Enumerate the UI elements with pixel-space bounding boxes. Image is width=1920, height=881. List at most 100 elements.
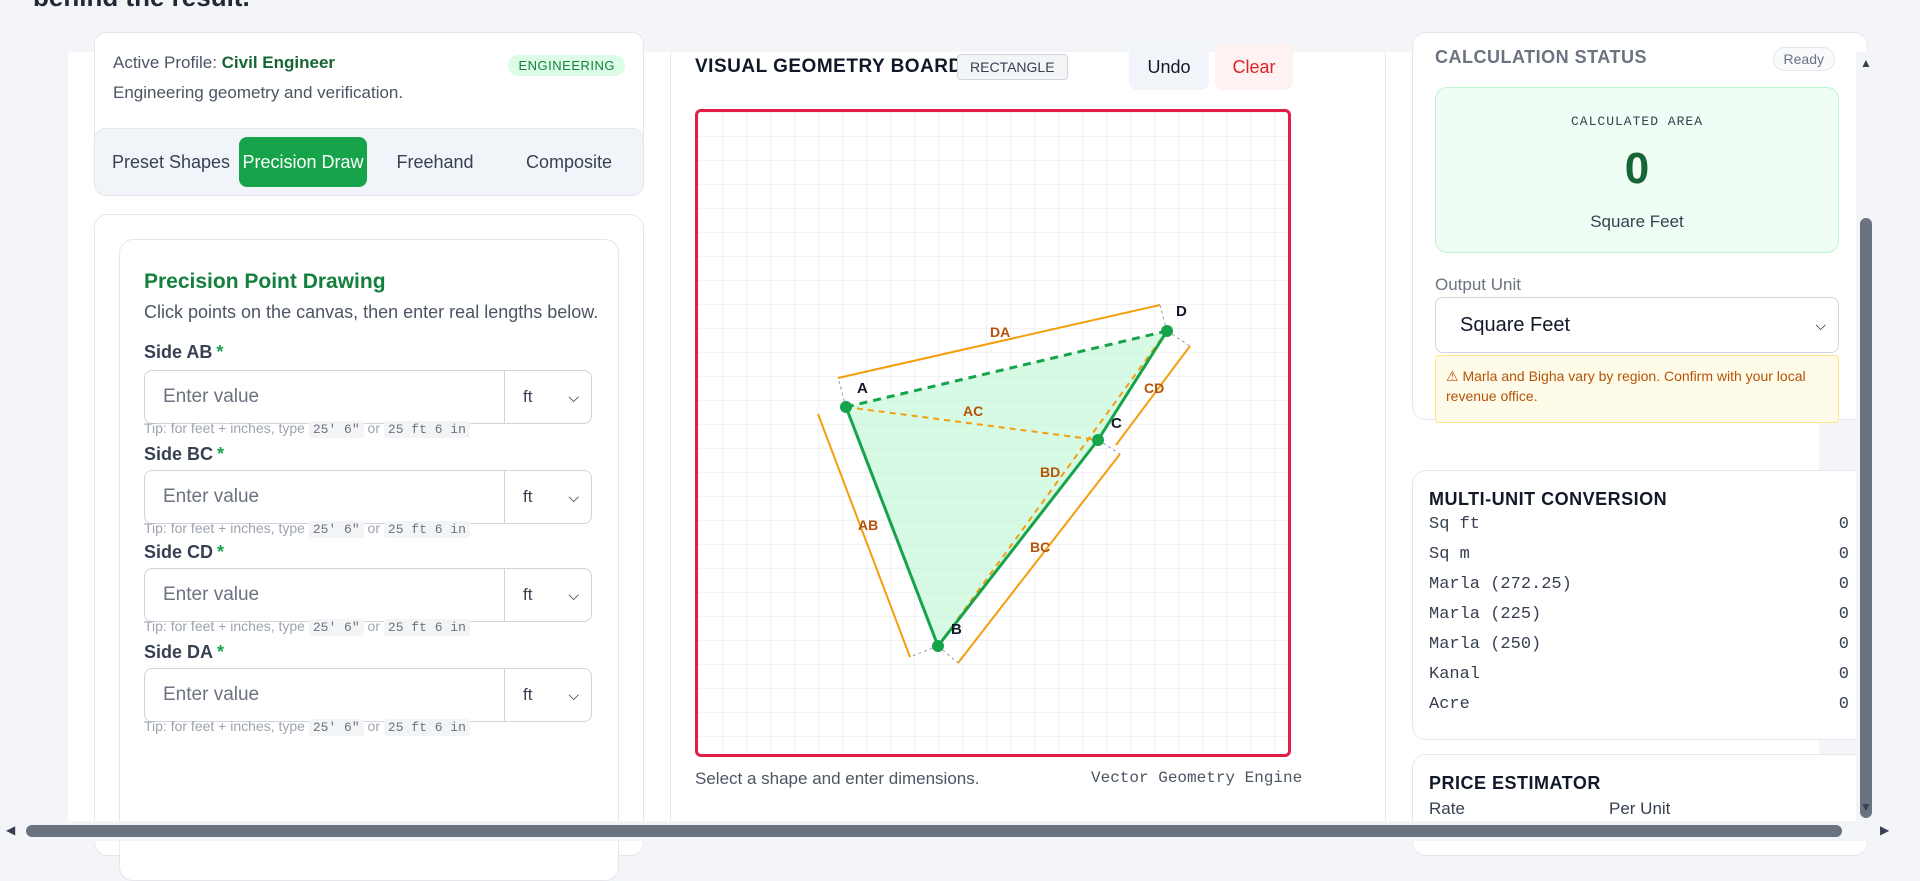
results-column: CALCULATION STATUS Ready CALCULATED AREA… bbox=[1386, 32, 1868, 856]
left-column: Active Profile: Civil Engineer ENGINEERI… bbox=[68, 32, 668, 881]
side-cd-unit-select[interactable]: ft ⌵ bbox=[504, 568, 592, 622]
tab-freehand[interactable]: Freehand bbox=[373, 137, 497, 187]
mode-tabs: Preset Shapes Precision Draw Freehand Co… bbox=[94, 128, 644, 196]
side-ab-label-text: Side AB bbox=[144, 342, 213, 362]
side-bc-input[interactable] bbox=[144, 470, 504, 524]
tip-prefix: Tip: for feet + inches, type bbox=[144, 520, 305, 536]
chevron-down-icon: ⌵ bbox=[568, 587, 579, 603]
page-heading-cut: behind the result. bbox=[33, 0, 250, 13]
area-value: 0 bbox=[1624, 144, 1650, 193]
geometry-svg[interactable]: A B C D DA AC CD BD AB BC bbox=[698, 112, 1288, 754]
area-unit: Square Feet bbox=[1590, 212, 1684, 231]
conversion-row: Marla (225) 0 bbox=[1429, 605, 1849, 629]
side-da-unit-value: ft bbox=[523, 685, 533, 704]
side-ab-label: Side AB * bbox=[144, 342, 223, 363]
output-unit-select[interactable]: Square Feet ⌵ bbox=[1435, 297, 1839, 353]
price-per-unit-label: Per Unit bbox=[1609, 799, 1671, 818]
side-ab-unit-value: ft bbox=[523, 387, 533, 406]
profile-line: Active Profile: Civil Engineer bbox=[113, 53, 335, 73]
tab-composite[interactable]: Composite bbox=[503, 137, 635, 187]
side-bc-unit-select[interactable]: ft ⌵ bbox=[504, 470, 592, 524]
tip-example-2: 25 ft 6 in bbox=[383, 421, 470, 438]
side-cd-label: Side CD * bbox=[144, 542, 224, 563]
conversion-row: Marla (250) 0 bbox=[1429, 635, 1849, 659]
vertical-scrollbar[interactable]: ▲ ▼ bbox=[1856, 52, 1876, 832]
conversion-label: Marla (272.25) bbox=[1429, 575, 1572, 594]
conversion-value: 0 bbox=[1838, 665, 1849, 684]
scroll-right-icon[interactable]: ▶ bbox=[1880, 823, 1889, 837]
required-mark: * bbox=[217, 642, 225, 662]
tip-example-2: 25 ft 6 in bbox=[383, 521, 470, 538]
vertical-scroll-thumb[interactable] bbox=[1860, 218, 1872, 818]
required-mark: * bbox=[216, 342, 224, 362]
conversion-label: Acre bbox=[1429, 695, 1470, 714]
precision-form: Precision Point Drawing Click points on … bbox=[119, 239, 619, 881]
tip-prefix: Tip: for feet + inches, type bbox=[144, 420, 305, 436]
area-result-box: CALCULATED AREA 0 Square Feet bbox=[1435, 87, 1839, 253]
side-cd-input[interactable] bbox=[144, 568, 504, 622]
side-da-input[interactable] bbox=[144, 668, 504, 722]
scroll-down-icon[interactable]: ▼ bbox=[1856, 800, 1876, 814]
side-bc-tip: Tip: for feet + inches, type 25' 6" or 2… bbox=[144, 520, 470, 538]
profile-badge: ENGINEERING bbox=[508, 55, 625, 76]
side-ab-unit-select[interactable]: ft ⌵ bbox=[504, 370, 592, 424]
conversion-row: Marla (272.25) 0 bbox=[1429, 575, 1849, 599]
conversion-value: 0 bbox=[1838, 605, 1849, 624]
clear-button[interactable]: Clear bbox=[1215, 44, 1293, 90]
conversion-row: Kanal 0 bbox=[1429, 665, 1849, 689]
chevron-down-icon: ⌵ bbox=[568, 687, 579, 703]
price-rate-label: Rate bbox=[1429, 799, 1465, 818]
side-label-ac: AC bbox=[963, 403, 983, 419]
side-bc-label: Side BC * bbox=[144, 444, 224, 465]
side-ab-input[interactable] bbox=[144, 370, 504, 424]
tip-or: or bbox=[367, 618, 380, 634]
board-column: VISUAL GEOMETRY BOARD RECTANGLE Undo Cle… bbox=[670, 44, 1386, 832]
vertex-d[interactable] bbox=[1161, 325, 1173, 337]
point-label-c: C bbox=[1111, 415, 1122, 432]
profile-name: Civil Engineer bbox=[221, 53, 336, 72]
tip-prefix: Tip: for feet + inches, type bbox=[144, 618, 305, 634]
page-content: Active Profile: Civil Engineer ENGINEERI… bbox=[68, 32, 1868, 881]
horizontal-scroll-thumb[interactable] bbox=[26, 825, 1842, 837]
conversion-row: Sq m 0 bbox=[1429, 545, 1849, 569]
conversion-label: Marla (250) bbox=[1429, 635, 1542, 654]
tab-precision-draw[interactable]: Precision Draw bbox=[239, 137, 367, 187]
tip-or: or bbox=[367, 420, 380, 436]
region-warning: ⚠ Marla and Bigha vary by region. Confir… bbox=[1435, 355, 1839, 423]
tip-example-1: 25' 6" bbox=[308, 521, 364, 538]
side-label-da: DA bbox=[990, 324, 1010, 340]
required-mark: * bbox=[217, 444, 225, 464]
side-ab-tip: Tip: for feet + inches, type 25' 6" or 2… bbox=[144, 420, 470, 438]
undo-button[interactable]: Undo bbox=[1129, 44, 1209, 90]
horizontal-scrollbar[interactable]: ◀ ▶ bbox=[0, 821, 1920, 841]
conversion-value: 0 bbox=[1838, 515, 1849, 534]
tip-prefix: Tip: for feet + inches, type bbox=[144, 718, 305, 734]
side-label-bc: BC bbox=[1030, 539, 1050, 555]
tip-example-1: 25' 6" bbox=[308, 719, 364, 736]
vertex-a[interactable] bbox=[840, 401, 852, 413]
vertex-c[interactable] bbox=[1092, 434, 1104, 446]
engine-label: Vector Geometry Engine bbox=[1091, 769, 1303, 787]
board-title: VISUAL GEOMETRY BOARD bbox=[695, 56, 963, 77]
conversion-label: Marla (225) bbox=[1429, 605, 1542, 624]
vertex-b[interactable] bbox=[932, 640, 944, 652]
side-da-unit-select[interactable]: ft ⌵ bbox=[504, 668, 592, 722]
geometry-canvas[interactable]: A B C D DA AC CD BD AB BC bbox=[695, 109, 1291, 757]
chevron-down-icon: ⌵ bbox=[568, 389, 579, 405]
scroll-left-icon[interactable]: ◀ bbox=[6, 823, 15, 837]
calculation-card: CALCULATION STATUS Ready CALCULATED AREA… bbox=[1412, 32, 1868, 423]
conversion-card: MULTI-UNIT CONVERSION Sq ft 0 Sq m 0 Marla… bbox=[1412, 470, 1868, 740]
tip-example-1: 25' 6" bbox=[308, 619, 364, 636]
side-bc-unit-value: ft bbox=[523, 487, 533, 506]
tab-preset-shapes[interactable]: Preset Shapes bbox=[103, 137, 239, 187]
conversion-row: Acre 0 bbox=[1429, 695, 1849, 719]
scroll-up-icon[interactable]: ▲ bbox=[1856, 56, 1876, 70]
conversion-value: 0 bbox=[1838, 575, 1849, 594]
conversion-label: Sq m bbox=[1429, 545, 1470, 564]
side-da-tip: Tip: for feet + inches, type 25' 6" or 2… bbox=[144, 718, 470, 736]
precision-form-card: Precision Point Drawing Click points on … bbox=[94, 214, 644, 881]
calculation-title: CALCULATION STATUS bbox=[1435, 47, 1647, 67]
side-label-cd: CD bbox=[1144, 380, 1164, 396]
shape-type-chip: RECTANGLE bbox=[957, 54, 1068, 80]
conversion-value: 0 bbox=[1838, 695, 1849, 714]
